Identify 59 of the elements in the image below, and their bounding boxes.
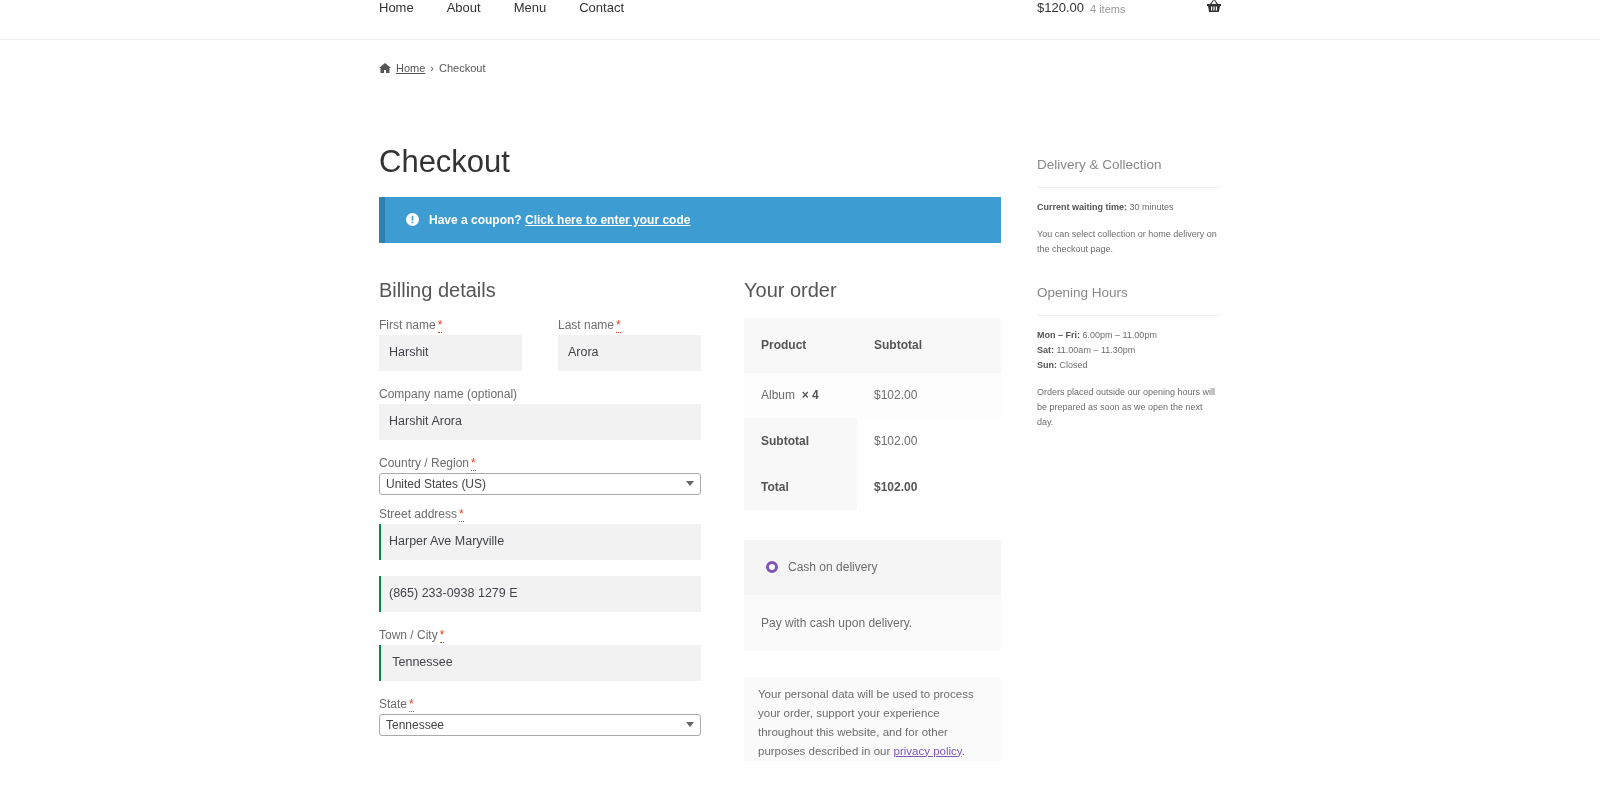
required-mark: * <box>409 696 414 712</box>
column-header: Product <box>744 317 857 373</box>
nav-link[interactable]: About <box>446 0 481 16</box>
required-mark: * <box>459 506 464 522</box>
widget-text: You can select collection or home delivery on the checkout page. <box>1037 227 1218 256</box>
widget-text: Sun: Closed <box>1037 358 1089 372</box>
breadcrumb-link[interactable]: Home <box>396 60 426 77</box>
select-field[interactable]: Tennessee <box>379 713 701 736</box>
widget-text: Mon – Fri: 6.00pm – 11.00pm <box>1037 328 1158 342</box>
basket-icon[interactable] <box>1207 0 1221 12</box>
subtotal-cell: $102.00 <box>857 372 1001 418</box>
field-label: Company name (optional) <box>379 386 518 401</box>
nav-link[interactable]: Menu <box>513 0 547 16</box>
field-label: Street address <box>379 506 458 521</box>
widget-text: Current waiting time: 30 minutes <box>1037 200 1175 214</box>
input-field[interactable]: Arora <box>558 334 701 371</box>
section-title: Billing details <box>379 277 497 302</box>
select-field[interactable]: United States (US) <box>379 472 701 495</box>
product-cell: Album × 4 <box>744 372 857 418</box>
payment-option[interactable]: Cash on delivery <box>788 558 878 577</box>
widget-title: Delivery & Collection <box>1037 156 1221 188</box>
page-title: Checkout <box>379 142 511 180</box>
required-mark: * <box>439 627 445 643</box>
widget-title: Opening Hours <box>1037 284 1221 316</box>
total-label: Total <box>744 463 857 510</box>
input-field[interactable]: Harshit Arora <box>379 403 701 440</box>
widget-text: Sat: 11.00am – 11.30pm <box>1037 343 1137 357</box>
breadcrumb-current: Checkout <box>439 61 486 76</box>
column-header: Subtotal <box>857 317 1001 373</box>
cart-total[interactable]: $120.00 <box>1037 0 1084 16</box>
coupon-text: Have a coupon? Click here to enter your code <box>429 211 691 229</box>
nav-link[interactable]: Contact <box>579 0 624 16</box>
payment-description: Pay with cash upon delivery. <box>744 594 1001 651</box>
caret-icon <box>686 722 694 728</box>
input-field[interactable]: Harshit <box>379 334 522 371</box>
widget-text: Orders placed outside our opening hours will be prepared as soon as we open the next day. <box>1037 385 1217 429</box>
section-title: Your order <box>744 277 838 302</box>
input-field[interactable]: Tennessee <box>379 644 701 681</box>
input-field[interactable]: (865) 233-0938 1279 E <box>379 575 701 612</box>
field-label: Town / City <box>379 627 438 642</box>
nav-link[interactable]: Home <box>379 0 414 16</box>
privacy-text: Your personal data will be used to process your order, support your experience throughout this website, and for other purposes described in our privacy policy. <box>744 676 1001 761</box>
breadcrumb-separator: › <box>430 61 434 76</box>
radio-button[interactable] <box>766 561 778 574</box>
required-mark: * <box>437 317 443 333</box>
field-label: First name <box>379 317 436 332</box>
caret-icon <box>686 481 694 487</box>
total-value: $102.00 <box>857 463 1001 510</box>
info-icon <box>406 213 419 227</box>
required-mark: * <box>616 317 621 333</box>
field-label: Last name <box>558 317 615 332</box>
field-label: State <box>379 696 408 711</box>
total-value: $102.00 <box>857 417 1001 464</box>
privacy-policy-link[interactable]: privacy policy <box>893 744 962 757</box>
required-mark: * <box>471 455 476 471</box>
input-field[interactable]: Harper Ave Maryville <box>379 523 701 560</box>
total-label: Subtotal <box>744 417 857 464</box>
field-label: Country / Region <box>379 455 470 470</box>
home-icon <box>379 63 391 74</box>
